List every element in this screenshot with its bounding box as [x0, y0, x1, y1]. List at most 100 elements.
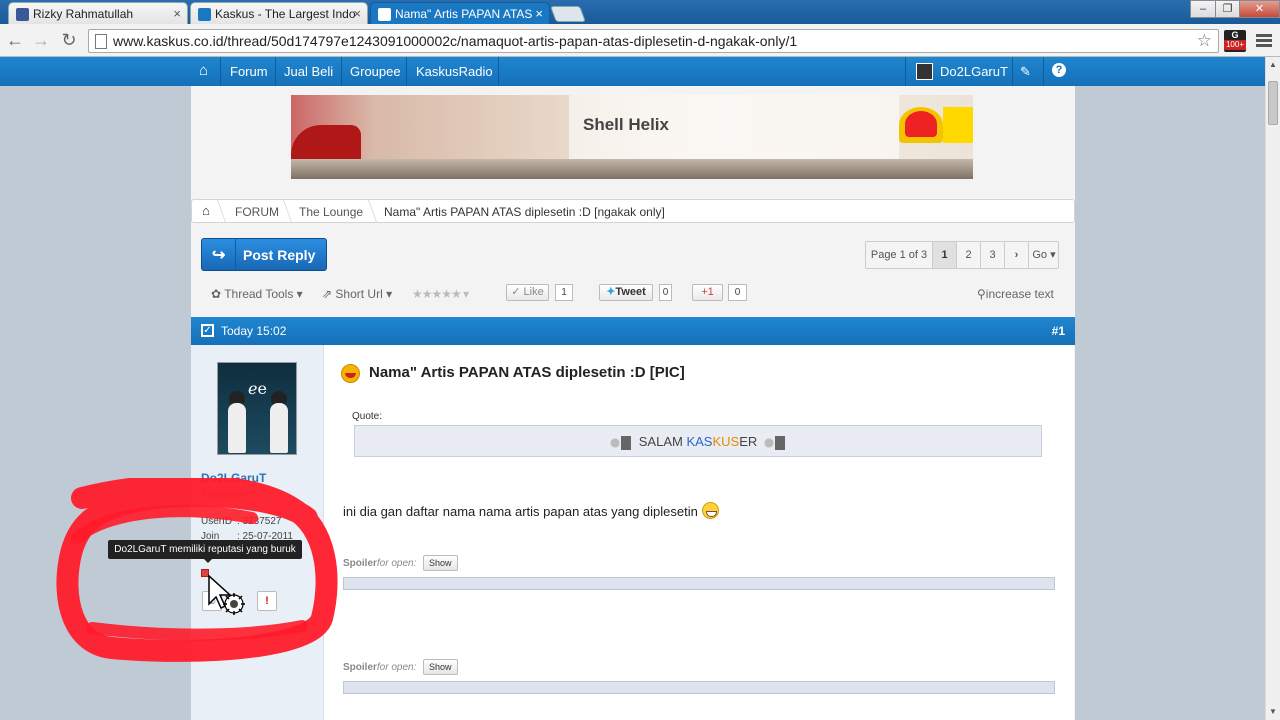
reputation-tooltip: Do2LGaruT memiliki reputasi yang buruk: [108, 540, 302, 563]
extension-button[interactable]: G 100+: [1224, 30, 1246, 52]
quote-salam: SALAM: [638, 434, 687, 449]
busy-cursor-icon: [208, 574, 245, 615]
pagination: Page 1 of 3 1 2 3 › Go ▾: [865, 241, 1059, 269]
forward-arrow-icon[interactable]: →: [30, 30, 52, 51]
nav-divider: [1043, 57, 1044, 86]
nav-jual-beli[interactable]: Jual Beli: [284, 64, 333, 79]
breadcrumb-separator: [360, 200, 378, 222]
quote-kus: KUS: [712, 434, 740, 449]
spoiler-show-button[interactable]: Show: [423, 555, 458, 571]
nav-kaskus-radio[interactable]: KaskusRadio: [416, 64, 493, 79]
breadcrumb: ⌂ FORUM The Lounge Nama" Artis PAPAN ATA…: [191, 199, 1075, 223]
like-button[interactable]: ✓ Like: [506, 284, 549, 301]
close-icon[interactable]: ×: [535, 6, 543, 21]
banner-brand: Shell Helix: [583, 115, 669, 134]
post-number[interactable]: #1: [1052, 324, 1065, 338]
share-icon: ⇗: [322, 287, 333, 301]
user-info-pane: ℯe Do2LGaruT Kaskuser UserID: 3237527 Jo…: [191, 345, 324, 720]
short-url-button[interactable]: ⇗ Short Url ▾: [322, 287, 392, 301]
tweet-label: Tweet: [615, 286, 646, 298]
maximize-button[interactable]: ❐: [1215, 0, 1240, 18]
increase-text-button[interactable]: ⚲increase text: [977, 287, 1054, 301]
post-time: Today 15:02: [221, 324, 287, 338]
browser-toolbar: ← → ↻ www.kaskus.co.id/thread/50d174797e…: [0, 24, 1280, 57]
quote-kas: KAS: [686, 434, 713, 449]
breadcrumb-lounge[interactable]: The Lounge: [299, 205, 363, 219]
close-icon[interactable]: ×: [353, 6, 361, 21]
thread-tools-button[interactable]: ✿ Thread Tools ▾: [211, 287, 303, 301]
back-arrow-icon[interactable]: ←: [4, 30, 26, 51]
home-icon[interactable]: ⌂: [202, 203, 210, 218]
tab-kaskus-home[interactable]: Kaskus - The Largest Indo ×: [190, 2, 368, 24]
scroll-down-icon[interactable]: ▼: [1269, 707, 1277, 716]
close-icon[interactable]: ×: [173, 6, 181, 21]
ad-banner[interactable]: Shell Helix: [291, 95, 973, 179]
breadcrumb-separator: [209, 200, 227, 222]
help-icon[interactable]: ?: [1052, 63, 1066, 77]
user-avatar[interactable]: ℯe: [217, 362, 297, 455]
thread-toolbar: ↪ Post Reply Page 1 of 3 1 2 3 › Go ▾ ✿ …: [191, 229, 1075, 317]
close-window-button[interactable]: ✕: [1239, 0, 1280, 18]
kaskus-icon: [378, 8, 391, 21]
nav-divider: [275, 57, 276, 86]
like-label: Like: [523, 286, 544, 298]
facebook-icon: [16, 8, 29, 21]
home-icon[interactable]: ⌂: [199, 62, 208, 79]
kaskus-emoticon-icon: [609, 435, 634, 450]
new-tab-button[interactable]: [550, 6, 586, 22]
tweet-button[interactable]: ✦Tweet: [599, 284, 653, 301]
nav-divider: [905, 57, 906, 86]
minimize-button[interactable]: –: [1190, 0, 1216, 18]
scrollbar-thumb[interactable]: [1268, 81, 1278, 125]
breadcrumb-forum[interactable]: FORUM: [235, 205, 279, 219]
gear-icon: ✿: [211, 287, 222, 301]
nav-groupee[interactable]: Groupee: [350, 64, 401, 79]
page-3-button[interactable]: 3: [980, 242, 1004, 268]
gplus-button[interactable]: +1: [692, 284, 723, 301]
rating-stars[interactable]: ★★★★★ ▾: [412, 287, 469, 301]
nav-divider: [406, 57, 407, 86]
button-divider: [235, 239, 236, 270]
spoiler-header: Spoilerfor open: Show: [343, 659, 458, 675]
page-icon: [95, 34, 107, 49]
short-url-label: Short Url: [335, 287, 383, 301]
like-count: 1: [555, 284, 573, 301]
banner-accent: [943, 107, 973, 143]
nav-divider: [498, 57, 499, 86]
spoiler-hint: for open:: [376, 558, 417, 569]
avatar-scribble: ℯe: [248, 379, 267, 398]
user-avatar-small[interactable]: [916, 63, 933, 80]
report-icon[interactable]: !: [257, 591, 277, 611]
gplus-count: 0: [728, 284, 747, 301]
browser-menu-icon[interactable]: [1256, 34, 1272, 49]
spoiler-show-button[interactable]: Show: [423, 659, 458, 675]
pencil-icon[interactable]: ✎: [1020, 64, 1031, 80]
scroll-up-icon[interactable]: ▲: [1269, 60, 1277, 69]
thread-tools-label: Thread Tools: [224, 287, 294, 301]
site-navbar: ⌂ Forum Jual Beli Groupee KaskusRadio Do…: [0, 57, 1265, 86]
userid-row: UserID: 3237527: [201, 516, 282, 527]
next-page-button[interactable]: ›: [1004, 242, 1028, 268]
spoiler-bar: [343, 681, 1055, 694]
post-username[interactable]: Do2LGaruT: [201, 471, 266, 485]
nav-username[interactable]: Do2LGaruT: [940, 64, 1008, 79]
extension-badge: 100+: [1224, 40, 1246, 50]
tab-facebook[interactable]: Rizky Rahmatullah ×: [8, 2, 188, 24]
post-reply-button[interactable]: ↪ Post Reply: [201, 238, 327, 271]
go-button[interactable]: Go ▾: [1028, 242, 1059, 268]
forum-content: Shell Helix ⌂ FORUM The Lounge Nama" Art…: [191, 86, 1075, 720]
tab-thread[interactable]: Nama" Artis PAPAN ATAS ×: [370, 2, 550, 24]
address-bar[interactable]: www.kaskus.co.id/thread/50d174797e124309…: [88, 29, 1219, 53]
increase-text-label: increase text: [985, 287, 1054, 301]
quote-box: SALAM KASKUSER: [354, 425, 1042, 457]
nav-forum[interactable]: Forum: [230, 64, 268, 79]
reload-icon[interactable]: ↻: [58, 30, 80, 51]
browser-tab-strip: Rizky Rahmatullah × Kaskus - The Largest…: [0, 0, 1280, 24]
page-info: Page 1 of 3: [870, 249, 928, 261]
tweet-count: 0: [659, 284, 672, 301]
check-square-icon: ✓: [201, 324, 214, 337]
page-2-button[interactable]: 2: [956, 242, 980, 268]
page-1-button[interactable]: 1: [932, 242, 956, 268]
bookmark-star-icon[interactable]: ☆: [1197, 31, 1212, 51]
page-scrollbar[interactable]: ▲ ▼: [1265, 57, 1280, 720]
